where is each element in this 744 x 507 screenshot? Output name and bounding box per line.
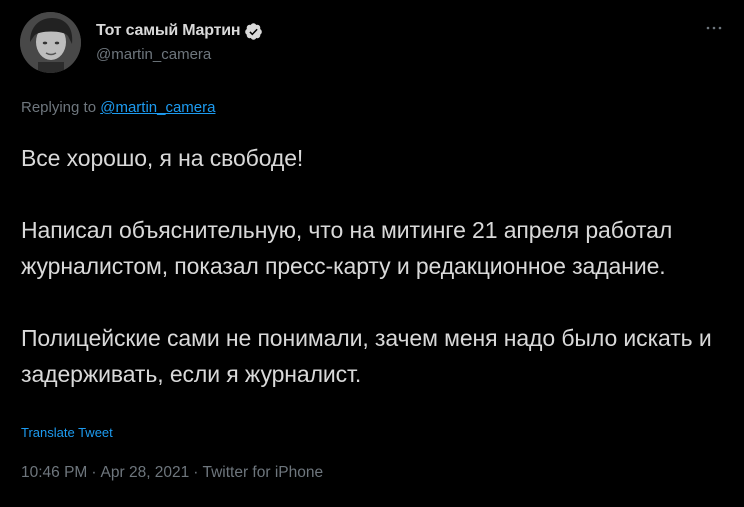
reply-to-handle-link[interactable]: @martin_camera — [100, 99, 215, 116]
author-block: Тот самый Мартин @martin_camera — [96, 20, 263, 63]
reply-prefix: Replying to — [21, 99, 97, 116]
more-horizontal-icon[interactable] — [706, 18, 722, 34]
author-handle[interactable]: @martin_camera — [96, 46, 263, 63]
tweet-meta: 10:46 PM · Apr 28, 2021 · Twitter for iPhone — [21, 464, 323, 482]
meta-separator: · — [91, 464, 97, 481]
name-row: Тот самый Мартин — [96, 20, 263, 42]
tweet: Тот самый Мартин @martin_camera Replying… — [0, 0, 744, 507]
meta-separator: · — [193, 464, 199, 481]
tweet-paragraph-1: Все хорошо, я на свободе! — [21, 145, 304, 171]
avatar[interactable] — [20, 12, 81, 73]
verified-badge-icon — [245, 22, 263, 40]
more-dots — [706, 26, 722, 30]
tweet-paragraph-2: Написал объяснительную, что на митинге 2… — [21, 217, 673, 279]
translate-tweet-link[interactable]: Translate Tweet — [21, 425, 113, 440]
tweet-time[interactable]: 10:46 PM — [21, 464, 87, 481]
tweet-paragraph-3: Полицейские сами не понимали, зачем меня… — [21, 325, 712, 387]
reply-context: Replying to @martin_camera — [21, 99, 215, 116]
tweet-date[interactable]: Apr 28, 2021 — [101, 464, 190, 481]
tweet-body: Все хорошо, я на свободе! Написал объясн… — [21, 140, 731, 392]
display-name[interactable]: Тот самый Мартин — [96, 22, 241, 40]
avatar-photo — [20, 12, 81, 73]
tweet-source[interactable]: Twitter for iPhone — [202, 464, 323, 481]
